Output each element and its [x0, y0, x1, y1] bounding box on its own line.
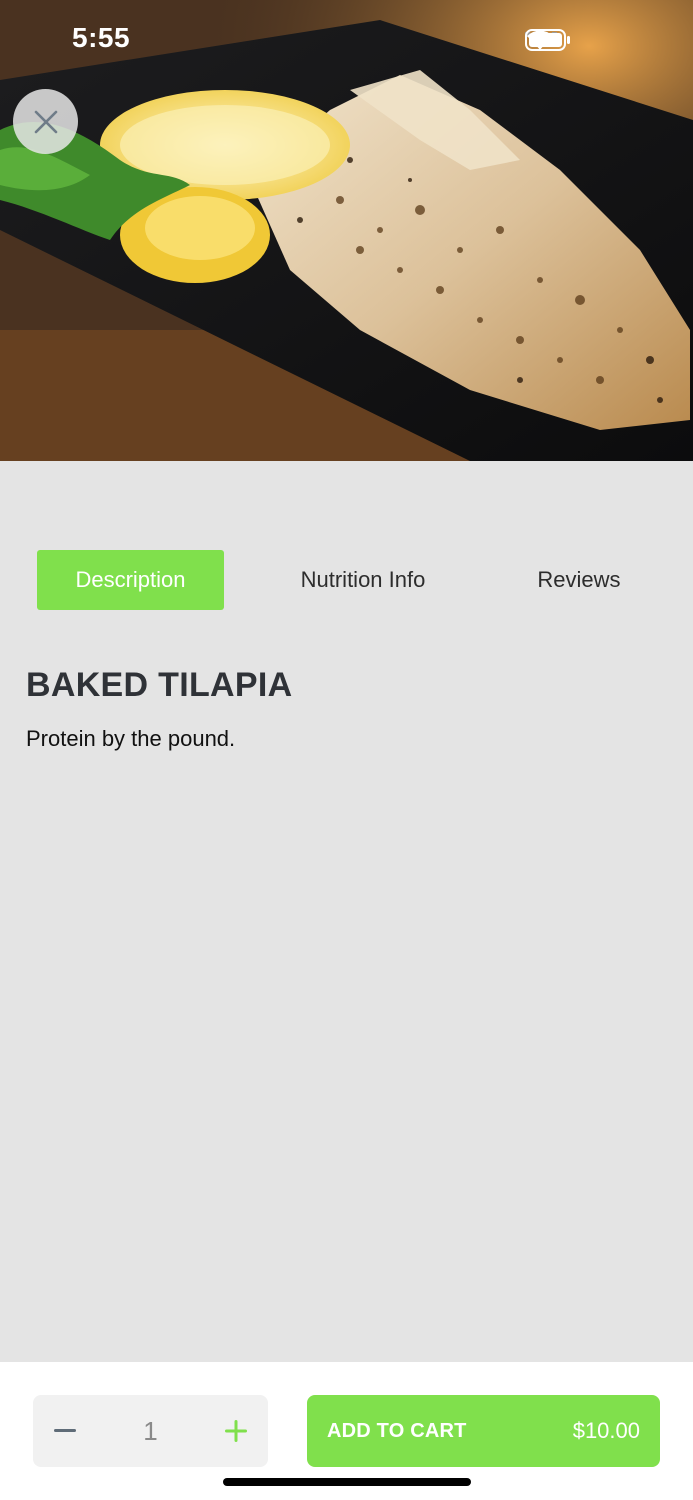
plus-icon — [225, 1420, 247, 1442]
status-time: 5:55 — [72, 22, 131, 53]
quantity-value: 1 — [143, 1415, 158, 1446]
cart-price: $10.00 — [572, 1418, 640, 1443]
tab-description[interactable]: Description — [37, 550, 224, 610]
close-button[interactable] — [13, 89, 78, 154]
quantity-stepper: 1 — [33, 1395, 268, 1467]
close-icon — [34, 110, 57, 133]
product-description: Protein by the pound. — [26, 726, 236, 751]
add-to-cart-label: ADD TO CART — [327, 1419, 467, 1442]
increase-quantity-button[interactable] — [204, 1395, 268, 1467]
product-title: BAKED TILAPIA — [26, 666, 293, 704]
tab-reviews[interactable]: Reviews — [505, 550, 653, 610]
home-indicator — [223, 1478, 471, 1486]
add-to-cart-button[interactable]: ADD TO CART $10.00 — [307, 1395, 660, 1467]
minus-icon — [54, 1429, 76, 1432]
tab-nutrition-info[interactable]: Nutrition Info — [262, 550, 464, 610]
hero-image: 5:55 — [0, 0, 693, 461]
tab-bar: Description Nutrition Info Reviews — [0, 550, 693, 610]
status-bar: 5:55 — [0, 0, 693, 80]
battery-icon — [525, 29, 570, 51]
decrease-quantity-button[interactable] — [33, 1395, 97, 1467]
